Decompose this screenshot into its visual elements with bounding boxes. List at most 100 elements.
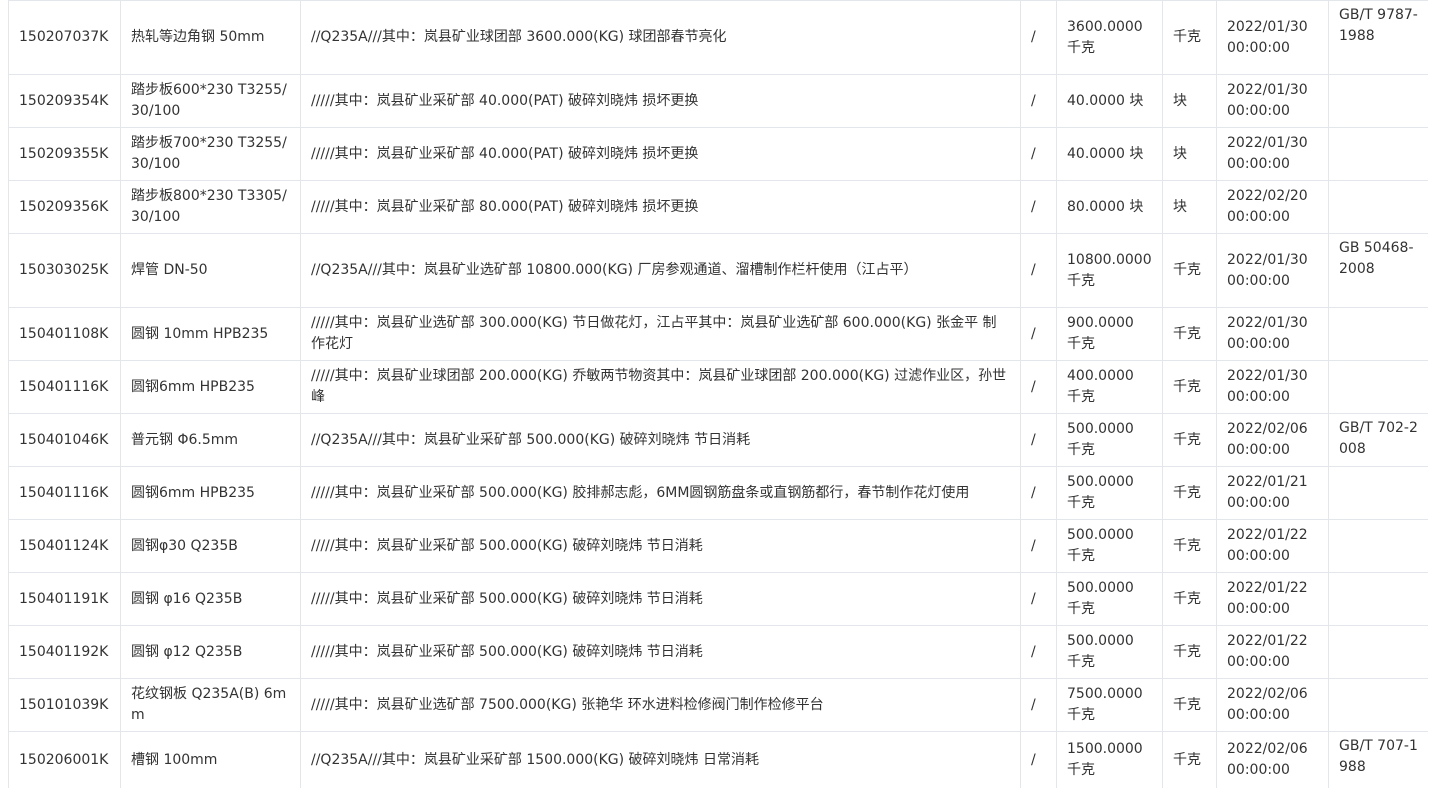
cell-unit-text: 千克 — [1173, 431, 1201, 448]
cell-separator: / — [1020, 127, 1057, 181]
cell-unit-text: 千克 — [1173, 378, 1201, 395]
cell-usage-description-text: //Q235A///其中：岚县矿业采矿部 500.000(KG) 破碎刘晓炜 节… — [311, 431, 751, 448]
cell-material-code: 150101039K — [8, 678, 121, 732]
cell-date-text: 2022/01/22 00:00:00 — [1227, 580, 1308, 617]
cell-standard — [1328, 625, 1428, 679]
cell-unit: 千克 — [1162, 0, 1217, 75]
cell-material-name: 焊管 DN-50 — [120, 233, 301, 308]
cell-separator-text: / — [1031, 484, 1036, 501]
table-row[interactable]: 150401124K 圆钢φ30 Q235B /////其中：岚县矿业采矿部 500… — [8, 519, 1428, 573]
cell-usage-description-text: /////其中：岚县矿业选矿部 300.000(KG) 节日做花灯，江占平其中：… — [311, 315, 997, 352]
cell-material-code-text: 150401108K — [19, 325, 109, 342]
cell-standard: GB 50468-2008 — [1328, 233, 1428, 308]
table-row[interactable]: 150209355K 踏步板700*230 T3255/30/100 /////其中… — [8, 127, 1428, 181]
cell-material-name: 槽钢 100mm — [120, 731, 301, 788]
cell-unit-text: 千克 — [1173, 537, 1201, 554]
cell-material-name-text: 踏步板600*230 T3255/30/100 — [131, 82, 287, 119]
cell-material-name: 圆钢 10mm HPB235 — [120, 307, 301, 361]
cell-separator: / — [1020, 519, 1057, 573]
cell-material-name: 普元钢 Φ6.5mm — [120, 413, 301, 467]
cell-standard — [1328, 519, 1428, 573]
cell-standard — [1328, 180, 1428, 234]
cell-date-text: 2022/01/30 00:00:00 — [1227, 135, 1308, 172]
cell-material-name-text: 热轧等边角钢 50mm — [131, 29, 265, 45]
cell-usage-description: /////其中：岚县矿业采矿部 40.000(PAT) 破碎刘晓炜 损坏更换 — [300, 127, 1021, 181]
cell-quantity: 40.0000 块 — [1056, 127, 1163, 181]
cell-material-code: 150206001K — [8, 731, 121, 788]
cell-unit: 千克 — [1162, 307, 1217, 361]
table-row[interactable]: 150401191K 圆钢 φ16 Q235B /////其中：岚县矿业采矿部 50… — [8, 572, 1428, 626]
cell-separator-text: / — [1031, 751, 1036, 768]
cell-usage-description-text: /////其中：岚县矿业选矿部 7500.000(KG) 张艳华 环水进料检修阀… — [311, 696, 824, 713]
cell-material-code: 150401124K — [8, 519, 121, 573]
cell-date-text: 2022/01/30 00:00:00 — [1227, 82, 1308, 119]
cell-separator-text: / — [1031, 29, 1036, 45]
cell-material-code-text: 150401192K — [19, 643, 109, 660]
cell-separator: / — [1020, 0, 1057, 75]
cell-quantity: 500.0000 千克 — [1056, 625, 1163, 679]
cell-material-code-text: 150207037K — [19, 29, 109, 45]
cell-standard — [1328, 127, 1428, 181]
table-row[interactable]: 150209354K 踏步板600*230 T3255/30/100 /////其中… — [8, 74, 1428, 128]
cell-quantity: 1500.0000 千克 — [1056, 731, 1163, 788]
cell-unit-text: 千克 — [1173, 29, 1201, 45]
cell-material-code-text: 150206001K — [19, 751, 109, 768]
cell-separator-text: / — [1031, 325, 1036, 342]
cell-quantity: 10800.0000 千克 — [1056, 233, 1163, 308]
table-row[interactable]: 150401046K 普元钢 Φ6.5mm //Q235A///其中：岚县矿业采矿部… — [8, 413, 1428, 467]
cell-usage-description: /////其中：岚县矿业球团部 200.000(KG) 乔敏两节物资其中：岚县矿… — [300, 360, 1021, 414]
cell-quantity: 400.0000 千克 — [1056, 360, 1163, 414]
cell-quantity-text: 7500.0000 千克 — [1067, 686, 1143, 723]
cell-usage-description-text: /////其中：岚县矿业采矿部 40.000(PAT) 破碎刘晓炜 损坏更换 — [311, 92, 699, 109]
cell-date: 2022/01/30 00:00:00 — [1216, 74, 1329, 128]
table-row[interactable]: 150206001K 槽钢 100mm //Q235A///其中：岚县矿业采矿部 1… — [8, 731, 1428, 788]
cell-material-code: 150401116K — [8, 360, 121, 414]
cell-separator: / — [1020, 466, 1057, 520]
cell-material-name: 圆钢 φ16 Q235B — [120, 572, 301, 626]
table-row[interactable]: 150401192K 圆钢 φ12 Q235B /////其中：岚县矿业采矿部 50… — [8, 625, 1428, 679]
cell-date-text: 2022/01/30 00:00:00 — [1227, 368, 1308, 405]
cell-date: 2022/01/30 00:00:00 — [1216, 0, 1329, 75]
cell-quantity-text: 40.0000 块 — [1067, 92, 1144, 109]
cell-material-code: 150209354K — [8, 74, 121, 128]
cell-standard: GB/T 707-1988 — [1328, 731, 1428, 788]
cell-material-code-text: 150401116K — [19, 484, 109, 501]
cell-quantity-text: 500.0000 千克 — [1067, 527, 1134, 564]
cell-usage-description: //Q235A///其中：岚县矿业球团部 3600.000(KG) 球团部春节亮… — [300, 0, 1021, 75]
cell-date: 2022/02/20 00:00:00 — [1216, 180, 1329, 234]
cell-material-code: 150207037K — [8, 0, 121, 75]
table-row[interactable]: 150401108K 圆钢 10mm HPB235 /////其中：岚县矿业选矿部 … — [8, 307, 1428, 361]
table-row[interactable]: 150401116K 圆钢6mm HPB235 /////其中：岚县矿业球团部 20… — [8, 360, 1428, 414]
cell-standard — [1328, 466, 1428, 520]
cell-date-text: 2022/01/30 00:00:00 — [1227, 18, 1308, 56]
cell-separator: / — [1020, 74, 1057, 128]
table-row[interactable]: 150207037K 热轧等边角钢 50mm //Q235A///其中：岚县矿业球团… — [8, 0, 1428, 75]
cell-quantity-text: 80.0000 块 — [1067, 198, 1144, 215]
table-row[interactable]: 150101039K 花纹钢板 Q235A(B) 6mm /////其中：岚县矿业选… — [8, 678, 1428, 732]
cell-material-name-text: 圆钢φ30 Q235B — [131, 537, 238, 554]
cell-quantity: 900.0000 千克 — [1056, 307, 1163, 361]
cell-unit-text: 块 — [1173, 198, 1187, 215]
cell-separator-text: / — [1031, 696, 1036, 713]
table-row[interactable]: 150303025K 焊管 DN-50 //Q235A///其中：岚县矿业选矿部 1… — [8, 233, 1428, 308]
cell-material-name-text: 普元钢 Φ6.5mm — [131, 431, 239, 448]
cell-usage-description-text: /////其中：岚县矿业球团部 200.000(KG) 乔敏两节物资其中：岚县矿… — [311, 368, 1007, 405]
cell-separator: / — [1020, 180, 1057, 234]
cell-material-code: 150401191K — [8, 572, 121, 626]
cell-unit: 千克 — [1162, 625, 1217, 679]
table-row[interactable]: 150209356K 踏步板800*230 T3305/30/100 /////其中… — [8, 180, 1428, 234]
cell-material-name: 圆钢6mm HPB235 — [120, 466, 301, 520]
cell-quantity: 40.0000 块 — [1056, 74, 1163, 128]
cell-quantity: 500.0000 千克 — [1056, 519, 1163, 573]
cell-quantity-text: 500.0000 千克 — [1067, 580, 1134, 617]
cell-usage-description: /////其中：岚县矿业采矿部 500.000(KG) 破碎刘晓炜 节日消耗 — [300, 519, 1021, 573]
cell-usage-description: //Q235A///其中：岚县矿业采矿部 1500.000(KG) 破碎刘晓炜 … — [300, 731, 1021, 788]
cell-quantity-text: 900.0000 千克 — [1067, 315, 1134, 352]
cell-material-code-text: 150401116K — [19, 378, 109, 395]
cell-unit: 千克 — [1162, 678, 1217, 732]
cell-date: 2022/01/22 00:00:00 — [1216, 572, 1329, 626]
cell-date-text: 2022/01/22 00:00:00 — [1227, 633, 1308, 670]
cell-material-name: 踏步板700*230 T3255/30/100 — [120, 127, 301, 181]
table-row[interactable]: 150401116K 圆钢6mm HPB235 /////其中：岚县矿业采矿部 50… — [8, 466, 1428, 520]
cell-date: 2022/02/06 00:00:00 — [1216, 731, 1329, 788]
